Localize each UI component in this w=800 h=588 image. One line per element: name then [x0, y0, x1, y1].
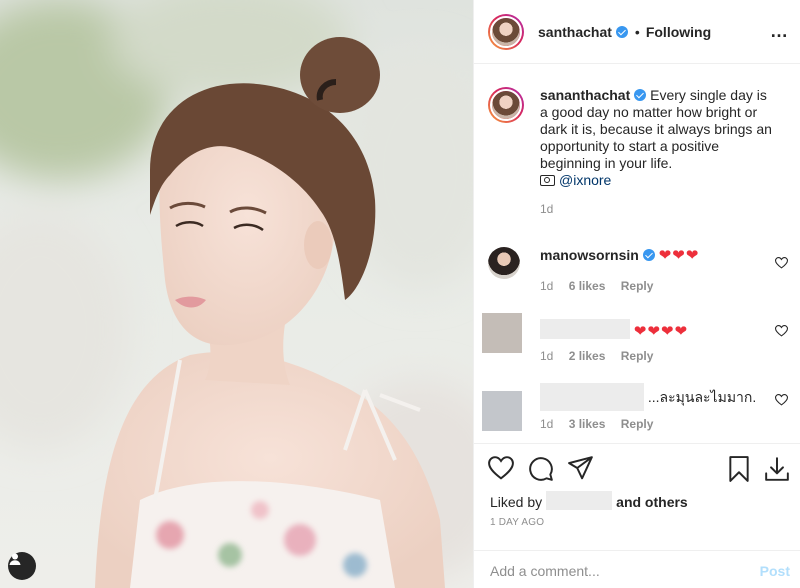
reply-button[interactable]: Reply: [621, 349, 654, 363]
bookmark-icon[interactable]: [728, 456, 750, 482]
comment-time[interactable]: 1d: [540, 417, 553, 431]
separator-dot: •: [634, 23, 640, 40]
comment-likes[interactable]: 2 likes: [569, 349, 606, 363]
post-photo[interactable]: [0, 0, 473, 588]
comment-username[interactable]: [540, 319, 630, 339]
author-username[interactable]: santhachat: [538, 24, 628, 40]
comment-avatar[interactable]: [482, 391, 522, 431]
verified-badge-icon: [642, 249, 655, 261]
caption-avatar[interactable]: [488, 87, 524, 123]
comment-text: ...ละมุนละไมมาก.: [647, 389, 757, 405]
comment-username[interactable]: [540, 383, 644, 411]
user-tag-icon[interactable]: [8, 552, 36, 580]
comment-text: ❤❤❤❤: [633, 323, 689, 340]
verified-badge-icon: [615, 25, 628, 38]
comment-likes[interactable]: 3 likes: [569, 417, 606, 431]
comments-list[interactable]: sananthachat Every single day is a good …: [474, 65, 800, 443]
like-comment-heart-icon[interactable]: [775, 394, 788, 406]
verified-badge-icon: [634, 89, 647, 101]
share-icon[interactable]: [568, 456, 594, 480]
comment-username[interactable]: manowsornsin: [540, 247, 639, 263]
add-comment-input[interactable]: Add a comment...: [490, 563, 600, 579]
comment-avatar[interactable]: [482, 313, 522, 353]
reply-button[interactable]: Reply: [621, 279, 654, 293]
liked-by-prefix: Liked by: [490, 494, 543, 510]
portrait-image: [0, 0, 473, 588]
photo-credit-link[interactable]: @ixnore: [559, 172, 611, 188]
post-actions: Liked by and others 1 DAY AGO Add a comme…: [474, 443, 800, 588]
download-icon[interactable]: [764, 456, 790, 482]
post-timestamp[interactable]: 1 DAY AGO: [490, 517, 544, 528]
caption-time[interactable]: 1d: [540, 202, 553, 216]
liked-by-user[interactable]: [546, 491, 613, 510]
post-caption: sananthachat Every single day is a good …: [488, 87, 788, 218]
liked-by-others[interactable]: and others: [616, 494, 688, 510]
reply-button[interactable]: Reply: [621, 417, 654, 431]
like-comment-heart-icon[interactable]: [775, 325, 788, 337]
comment-text: ❤❤❤: [658, 247, 700, 264]
comment-likes[interactable]: 6 likes: [569, 279, 606, 293]
comment-time[interactable]: 1d: [540, 279, 553, 293]
author-avatar[interactable]: [488, 13, 524, 50]
post-details-panel: santhachat • Following … sananthachat Ev…: [473, 0, 800, 588]
comment-time[interactable]: 1d: [540, 349, 553, 363]
heart-icon[interactable]: [488, 456, 514, 480]
liked-by-summary: Liked by and others: [490, 491, 688, 510]
caption-username[interactable]: sananthachat: [540, 87, 630, 103]
camera-icon: [540, 175, 555, 186]
comment-icon[interactable]: [528, 456, 554, 482]
more-options-icon[interactable]: …: [770, 22, 789, 40]
following-button[interactable]: Following: [646, 24, 711, 40]
comment-avatar[interactable]: [488, 247, 520, 279]
post-header: santhachat • Following …: [474, 0, 800, 64]
like-comment-heart-icon[interactable]: [775, 257, 788, 269]
post-comment-button[interactable]: Post: [760, 563, 790, 579]
add-comment-bar: Add a comment... Post: [474, 550, 800, 588]
